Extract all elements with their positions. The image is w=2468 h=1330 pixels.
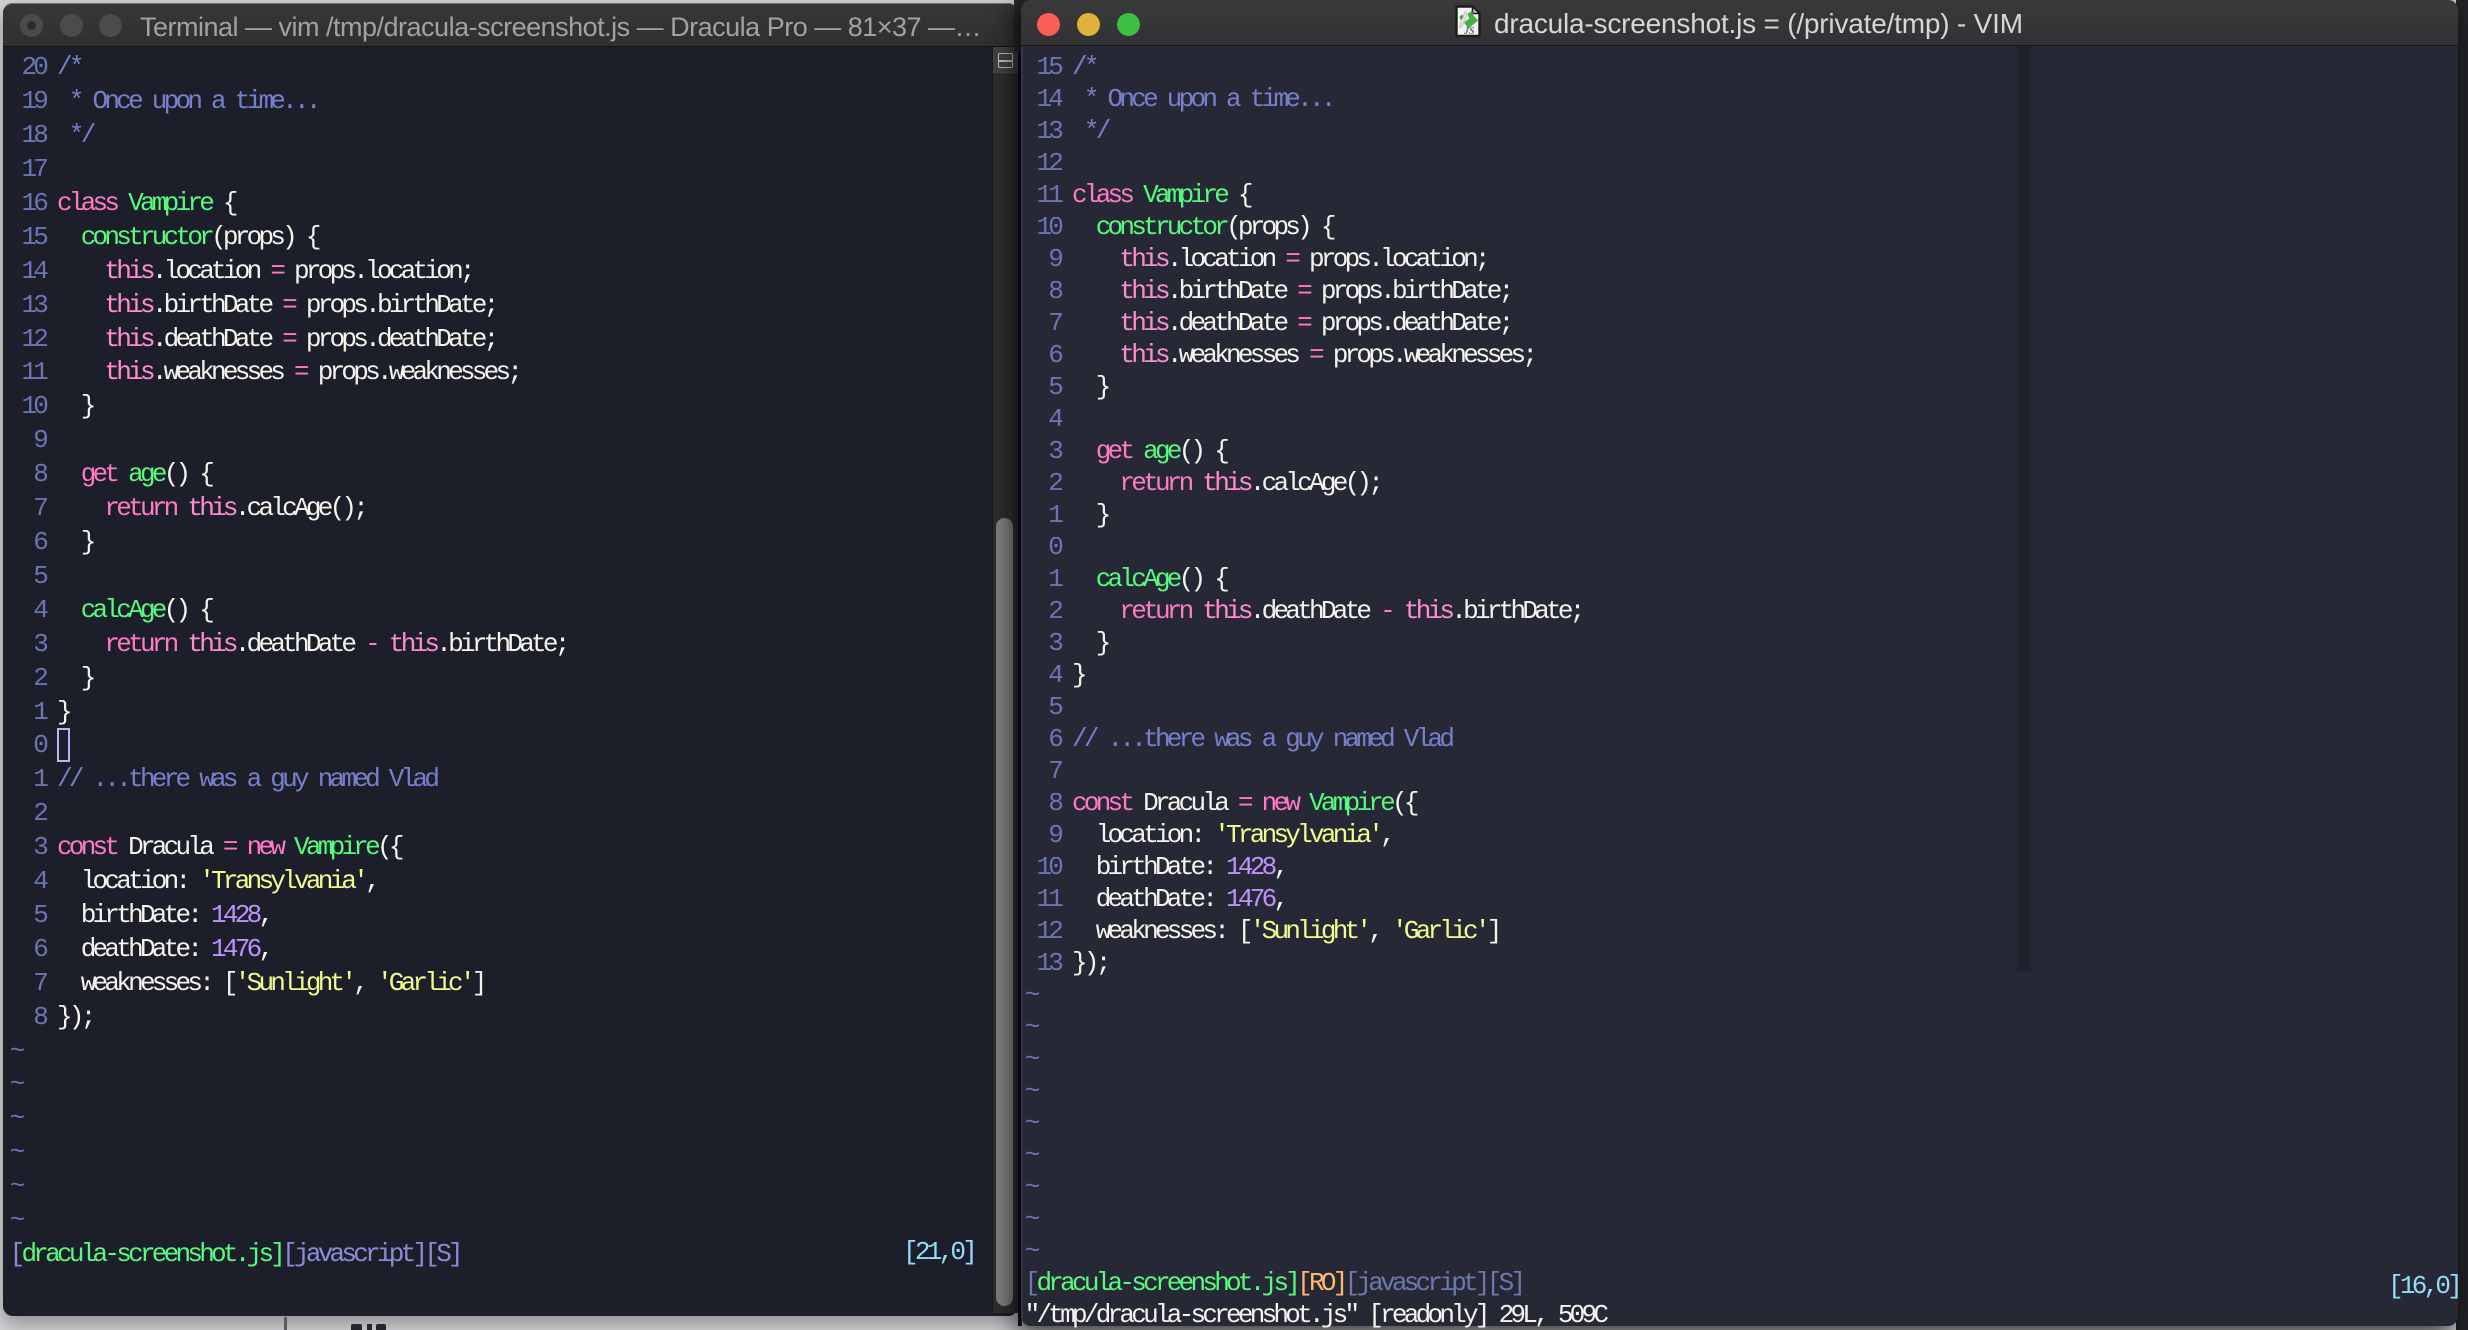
svg-text:JS: JS <box>1463 26 1475 37</box>
